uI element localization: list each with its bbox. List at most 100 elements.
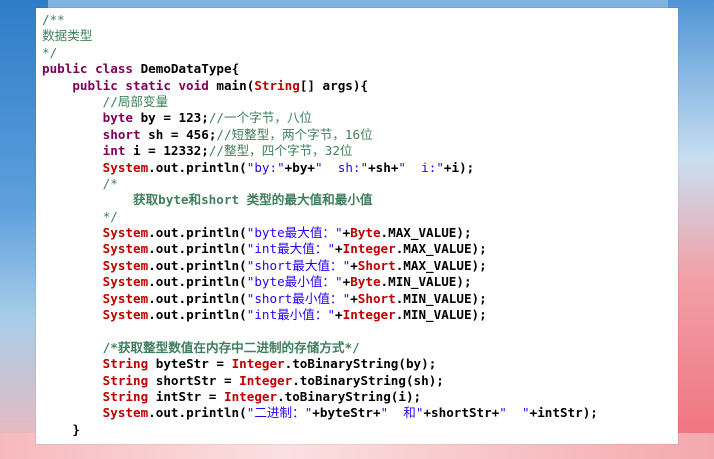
code-token: .out.println( xyxy=(148,405,247,421)
code-line: System.out.println("short最大值："+Short.MAX… xyxy=(42,258,598,274)
code-token: public static void xyxy=(42,77,217,93)
code-token: public class xyxy=(42,61,141,77)
code-token: System xyxy=(42,307,149,323)
code-token: .out.println( xyxy=(148,257,247,273)
code-token: /*获取整型数值在内存中二进制的存储方式*/ xyxy=(42,339,360,355)
code-token: + xyxy=(335,241,343,257)
code-token: +by+ xyxy=(284,159,315,175)
code-token: System xyxy=(42,225,149,241)
code-line: System.out.println("int最大值："+Integer.MAX… xyxy=(42,241,598,257)
code-line: System.out.println("short最小值："+Short.MIN… xyxy=(42,291,598,307)
code-token: Integer xyxy=(342,307,396,323)
code-token: byte xyxy=(42,110,141,126)
code-token: +sh+ xyxy=(368,159,399,175)
code-line: public static void main(String[] args){ xyxy=(42,78,598,94)
code-line: System.out.println("byte最小值："+Byte.MIN_V… xyxy=(42,274,598,290)
code-token: /* xyxy=(42,175,118,191)
code-line: //局部变量 xyxy=(42,94,598,110)
code-token: Byte xyxy=(350,274,381,290)
code-token: byteStr = xyxy=(155,356,232,372)
code-token: //短整型，两个字节，16位 xyxy=(216,126,373,142)
code-token: Short xyxy=(357,257,396,273)
code-token: .out.println( xyxy=(148,241,247,257)
code-line: 获取byte和short 类型的最大值和最小值 xyxy=(42,192,598,208)
code-line: byte by = 123;//一个字节，八位 xyxy=(42,110,598,126)
code-token: String xyxy=(254,77,300,93)
code-token: short xyxy=(42,126,149,142)
code-token: System xyxy=(42,257,149,273)
code-token: +shortStr+ xyxy=(423,405,500,421)
code-token: /** xyxy=(42,12,65,27)
code-token: by = 123; xyxy=(140,110,209,126)
code-token: System xyxy=(42,405,149,421)
code-token: shortStr = xyxy=(155,372,240,388)
code-token: .MIN_VALUE); xyxy=(380,274,472,290)
code-token: .out.println( xyxy=(148,159,247,175)
code-line: System.out.println("by:"+by+" sh:"+sh+" … xyxy=(42,160,598,176)
code-token: Byte xyxy=(350,225,381,241)
code-token: .MIN_VALUE); xyxy=(395,290,487,306)
code-token: + xyxy=(350,290,358,306)
code-token: System xyxy=(42,159,149,175)
code-token: System xyxy=(42,290,149,306)
code-token: .out.println( xyxy=(148,225,247,241)
code-token: Short xyxy=(357,290,396,306)
code-token: +intStr); xyxy=(529,405,598,421)
code-token: 获取byte和short 类型的最大值和最小值 xyxy=(42,192,373,208)
code-token: sh = 456; xyxy=(148,126,217,142)
code-token: Integer xyxy=(231,356,285,372)
code-token: .out.println( xyxy=(148,274,247,290)
code-token: + xyxy=(335,307,343,323)
code-token: " sh:" xyxy=(315,159,369,175)
code-token: [] args){ xyxy=(299,77,369,93)
code-token: "byte最小值：" xyxy=(246,274,343,290)
code-line: /* xyxy=(42,176,598,192)
code-token: "byte最大值：" xyxy=(246,225,343,241)
code-line: /** xyxy=(42,12,598,28)
code-line: String byteStr = Integer.toBinaryString(… xyxy=(42,356,598,372)
code-token: " 和" xyxy=(380,405,424,421)
code-token: +byteStr+ xyxy=(312,405,381,421)
code-line: System.out.println("int最小值："+Integer.MIN… xyxy=(42,307,598,323)
code-token: 数据类型 xyxy=(42,28,93,44)
code-line: String shortStr = Integer.toBinaryString… xyxy=(42,373,598,389)
code-line: int i = 12332;//整型，四个字节，32位 xyxy=(42,143,598,159)
code-token: intStr = xyxy=(155,388,224,404)
code-token: "short最小值：" xyxy=(246,290,351,306)
code-line: 数据类型 xyxy=(42,28,598,44)
code-token: .MAX_VALUE); xyxy=(380,225,472,241)
code-token: +i); xyxy=(443,159,475,175)
code-token: .MAX_VALUE); xyxy=(395,241,487,257)
code-line: /*获取整型数值在内存中二进制的存储方式*/ xyxy=(42,340,598,356)
code-token: "int最小值：" xyxy=(246,307,336,323)
code-token: .MIN_VALUE); xyxy=(395,307,487,323)
code-line: } xyxy=(42,422,598,438)
code-token: String xyxy=(42,388,156,404)
code-token: "int最大值：" xyxy=(246,241,336,257)
code-token: .out.println( xyxy=(148,307,247,323)
code-token: //整型，四个字节，32位 xyxy=(208,143,353,159)
code-token: .out.println( xyxy=(148,290,247,306)
code-token: .MAX_VALUE); xyxy=(395,257,487,273)
code-editor[interactable]: /** 数据类型 */public class DemoDataType{ publ… xyxy=(36,8,678,444)
code-line: */ xyxy=(42,209,598,225)
code-token: } xyxy=(42,421,80,437)
code-line: System.out.println("byte最大值："+Byte.MAX_V… xyxy=(42,225,598,241)
code-line: */ xyxy=(42,45,598,61)
code-token: String xyxy=(42,372,156,388)
code-area[interactable]: /** 数据类型 */public class DemoDataType{ publ… xyxy=(42,12,598,438)
code-token: //局部变量 xyxy=(42,93,169,109)
code-token: Integer xyxy=(342,241,396,257)
code-token: */ xyxy=(42,44,58,60)
code-token: "short最大值：" xyxy=(246,257,351,273)
code-token: System xyxy=(42,274,149,290)
code-line: System.out.println("二进制："+byteStr+" 和"+s… xyxy=(42,405,598,421)
code-token: .toBinaryString(i); xyxy=(277,388,422,404)
code-token: + xyxy=(350,257,358,273)
code-token: i = 12332; xyxy=(133,143,209,159)
code-token: System xyxy=(42,241,149,257)
code-token: Integer xyxy=(223,388,278,404)
code-token: "by:" xyxy=(246,159,285,175)
code-line: short sh = 456;//短整型，两个字节，16位 xyxy=(42,127,598,143)
